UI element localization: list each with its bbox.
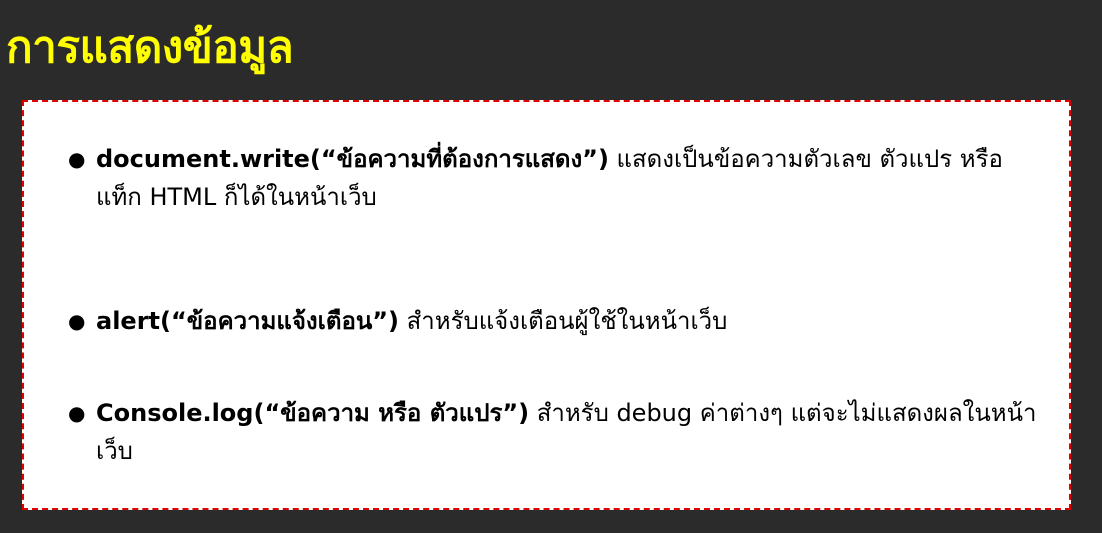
code-snippet: document.write(“ข้อความที่ต้องการแสดง”) (96, 145, 609, 173)
item-text: document.write(“ข้อความที่ต้องการแสดง”) … (96, 140, 1038, 216)
code-snippet: alert(“ข้อความแจ้งเตือน”) (96, 307, 399, 335)
bullet-icon: ● (68, 401, 86, 425)
item-text: alert(“ข้อความแจ้งเตือน”) สำหรับแจ้งเตือ… (96, 302, 1038, 340)
item-text: Console.log(“ข้อความ หรือ ตัวแปร”) สำหรั… (96, 394, 1038, 470)
content-card: ● document.write(“ข้อความที่ต้องการแสดง”… (22, 100, 1071, 510)
list-item: ● document.write(“ข้อความที่ต้องการแสดง”… (68, 140, 1038, 216)
item-description: สำหรับแจ้งเตือนผู้ใช้ในหน้าเว็บ (399, 307, 728, 335)
bullet-icon: ● (68, 147, 86, 171)
code-snippet: Console.log(“ข้อความ หรือ ตัวแปร”) (96, 399, 530, 427)
slide-title: การแสดงข้อมูล (6, 22, 294, 73)
list-item: ● Console.log(“ข้อความ หรือ ตัวแปร”) สำห… (68, 394, 1038, 470)
bullet-icon: ● (68, 309, 86, 333)
list-item: ● alert(“ข้อความแจ้งเตือน”) สำหรับแจ้งเต… (68, 302, 1038, 340)
